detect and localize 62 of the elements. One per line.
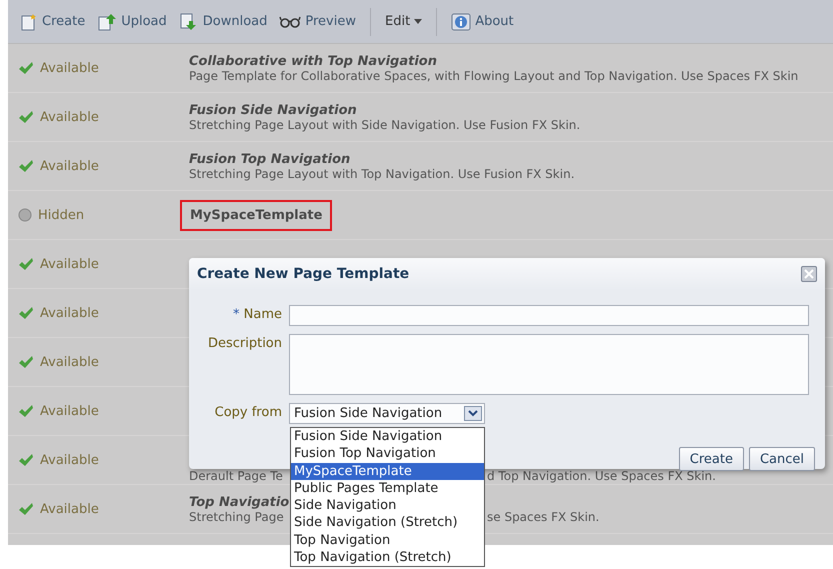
close-button[interactable] bbox=[801, 266, 817, 282]
field-label: Description bbox=[206, 335, 282, 353]
dialog-title: Create New Page Template bbox=[197, 266, 410, 282]
status-label: Hidden bbox=[38, 208, 84, 222]
checkmark-icon bbox=[18, 306, 34, 320]
new-page-icon bbox=[20, 12, 38, 30]
checkmark-icon bbox=[18, 159, 34, 173]
edit-menu[interactable]: Edit bbox=[381, 11, 426, 32]
status-label: Available bbox=[40, 404, 99, 418]
glasses-icon bbox=[279, 16, 302, 28]
dropdown-option[interactable]: Side Navigation (Stretch) bbox=[291, 514, 484, 532]
chevron-down-icon bbox=[464, 406, 482, 421]
checkmark-icon bbox=[18, 355, 34, 369]
caret-icon bbox=[414, 19, 422, 24]
template-description: Stretching Page Layout with Top Navigation. Use Fusion FX Skin. bbox=[189, 166, 575, 180]
toolbar-button[interactable]: About bbox=[447, 10, 518, 34]
status-label: Available bbox=[40, 256, 99, 272]
field-label: Copy from bbox=[214, 404, 282, 422]
status-label: Available bbox=[40, 502, 99, 516]
dropdown-option[interactable]: Fusion Side Navigation bbox=[291, 428, 484, 446]
template-title[interactable]: MySpaceTemplate bbox=[190, 208, 322, 222]
dialog-button[interactable]: Create bbox=[678, 447, 744, 471]
copy-from-select[interactable]: Fusion Side Navigation bbox=[289, 403, 485, 424]
toolbar-button[interactable]: Upload bbox=[93, 10, 171, 34]
dropdown-option[interactable]: Side Navigation bbox=[291, 497, 484, 514]
status-label: Available bbox=[40, 110, 99, 124]
name-field[interactable] bbox=[289, 305, 809, 326]
template-title[interactable]: Fusion Top Navigation bbox=[189, 152, 487, 166]
dropdown-option[interactable]: Top Navigation bbox=[291, 532, 484, 550]
template-description: se Spaces FX Skin. bbox=[487, 510, 600, 524]
template-description: d Top Navigation. Use Spaces FX Skin. bbox=[487, 468, 716, 482]
checkmark-icon bbox=[18, 502, 34, 516]
download-page-icon bbox=[178, 12, 199, 30]
template-description: Stretching Page Layout with Side Navigation. Use Fusion FX Skin. bbox=[189, 118, 580, 132]
template-description: Derault Page Te bbox=[189, 468, 283, 482]
dropdown-option[interactable]: Top Navigation (Stretch) bbox=[291, 549, 484, 566]
template-description: Page Template for Collaborative Spaces, with Flowing Layout and Top Navigation. Use Spaces FX Skin bbox=[189, 68, 798, 82]
toolbar-button[interactable]: Preview bbox=[275, 11, 360, 32]
upload-page-icon bbox=[97, 12, 118, 30]
status-label: Available bbox=[40, 158, 99, 174]
status-label: Available bbox=[40, 60, 99, 76]
circle-icon bbox=[18, 208, 32, 222]
dialog-button[interactable]: Cancel bbox=[748, 447, 815, 471]
dropdown-option[interactable]: MySpaceTemplate bbox=[291, 462, 484, 480]
status-label: Available bbox=[40, 306, 99, 320]
dropdown-option[interactable]: Fusion Top Navigation bbox=[291, 445, 484, 463]
checkmark-icon bbox=[18, 110, 34, 124]
status-label: Available bbox=[40, 452, 99, 468]
dropdown-option[interactable]: Public Pages Template bbox=[291, 480, 484, 498]
description-field[interactable] bbox=[289, 334, 809, 395]
checkmark-icon bbox=[18, 404, 34, 418]
template-title[interactable]: Collaborative with Top Navigation bbox=[189, 54, 487, 68]
field-label: * Name bbox=[232, 306, 282, 324]
checkmark-icon bbox=[18, 257, 34, 271]
template-title[interactable]: Fusion Side Navigation bbox=[189, 102, 487, 118]
info-icon bbox=[451, 12, 472, 30]
toolbar-button[interactable]: Download bbox=[174, 10, 272, 34]
checkmark-icon bbox=[18, 453, 34, 467]
checkmark-icon bbox=[18, 61, 34, 75]
toolbar-button[interactable]: Create bbox=[16, 10, 90, 34]
status-label: Available bbox=[40, 354, 99, 370]
template-description: Stretching Page bbox=[189, 510, 284, 524]
